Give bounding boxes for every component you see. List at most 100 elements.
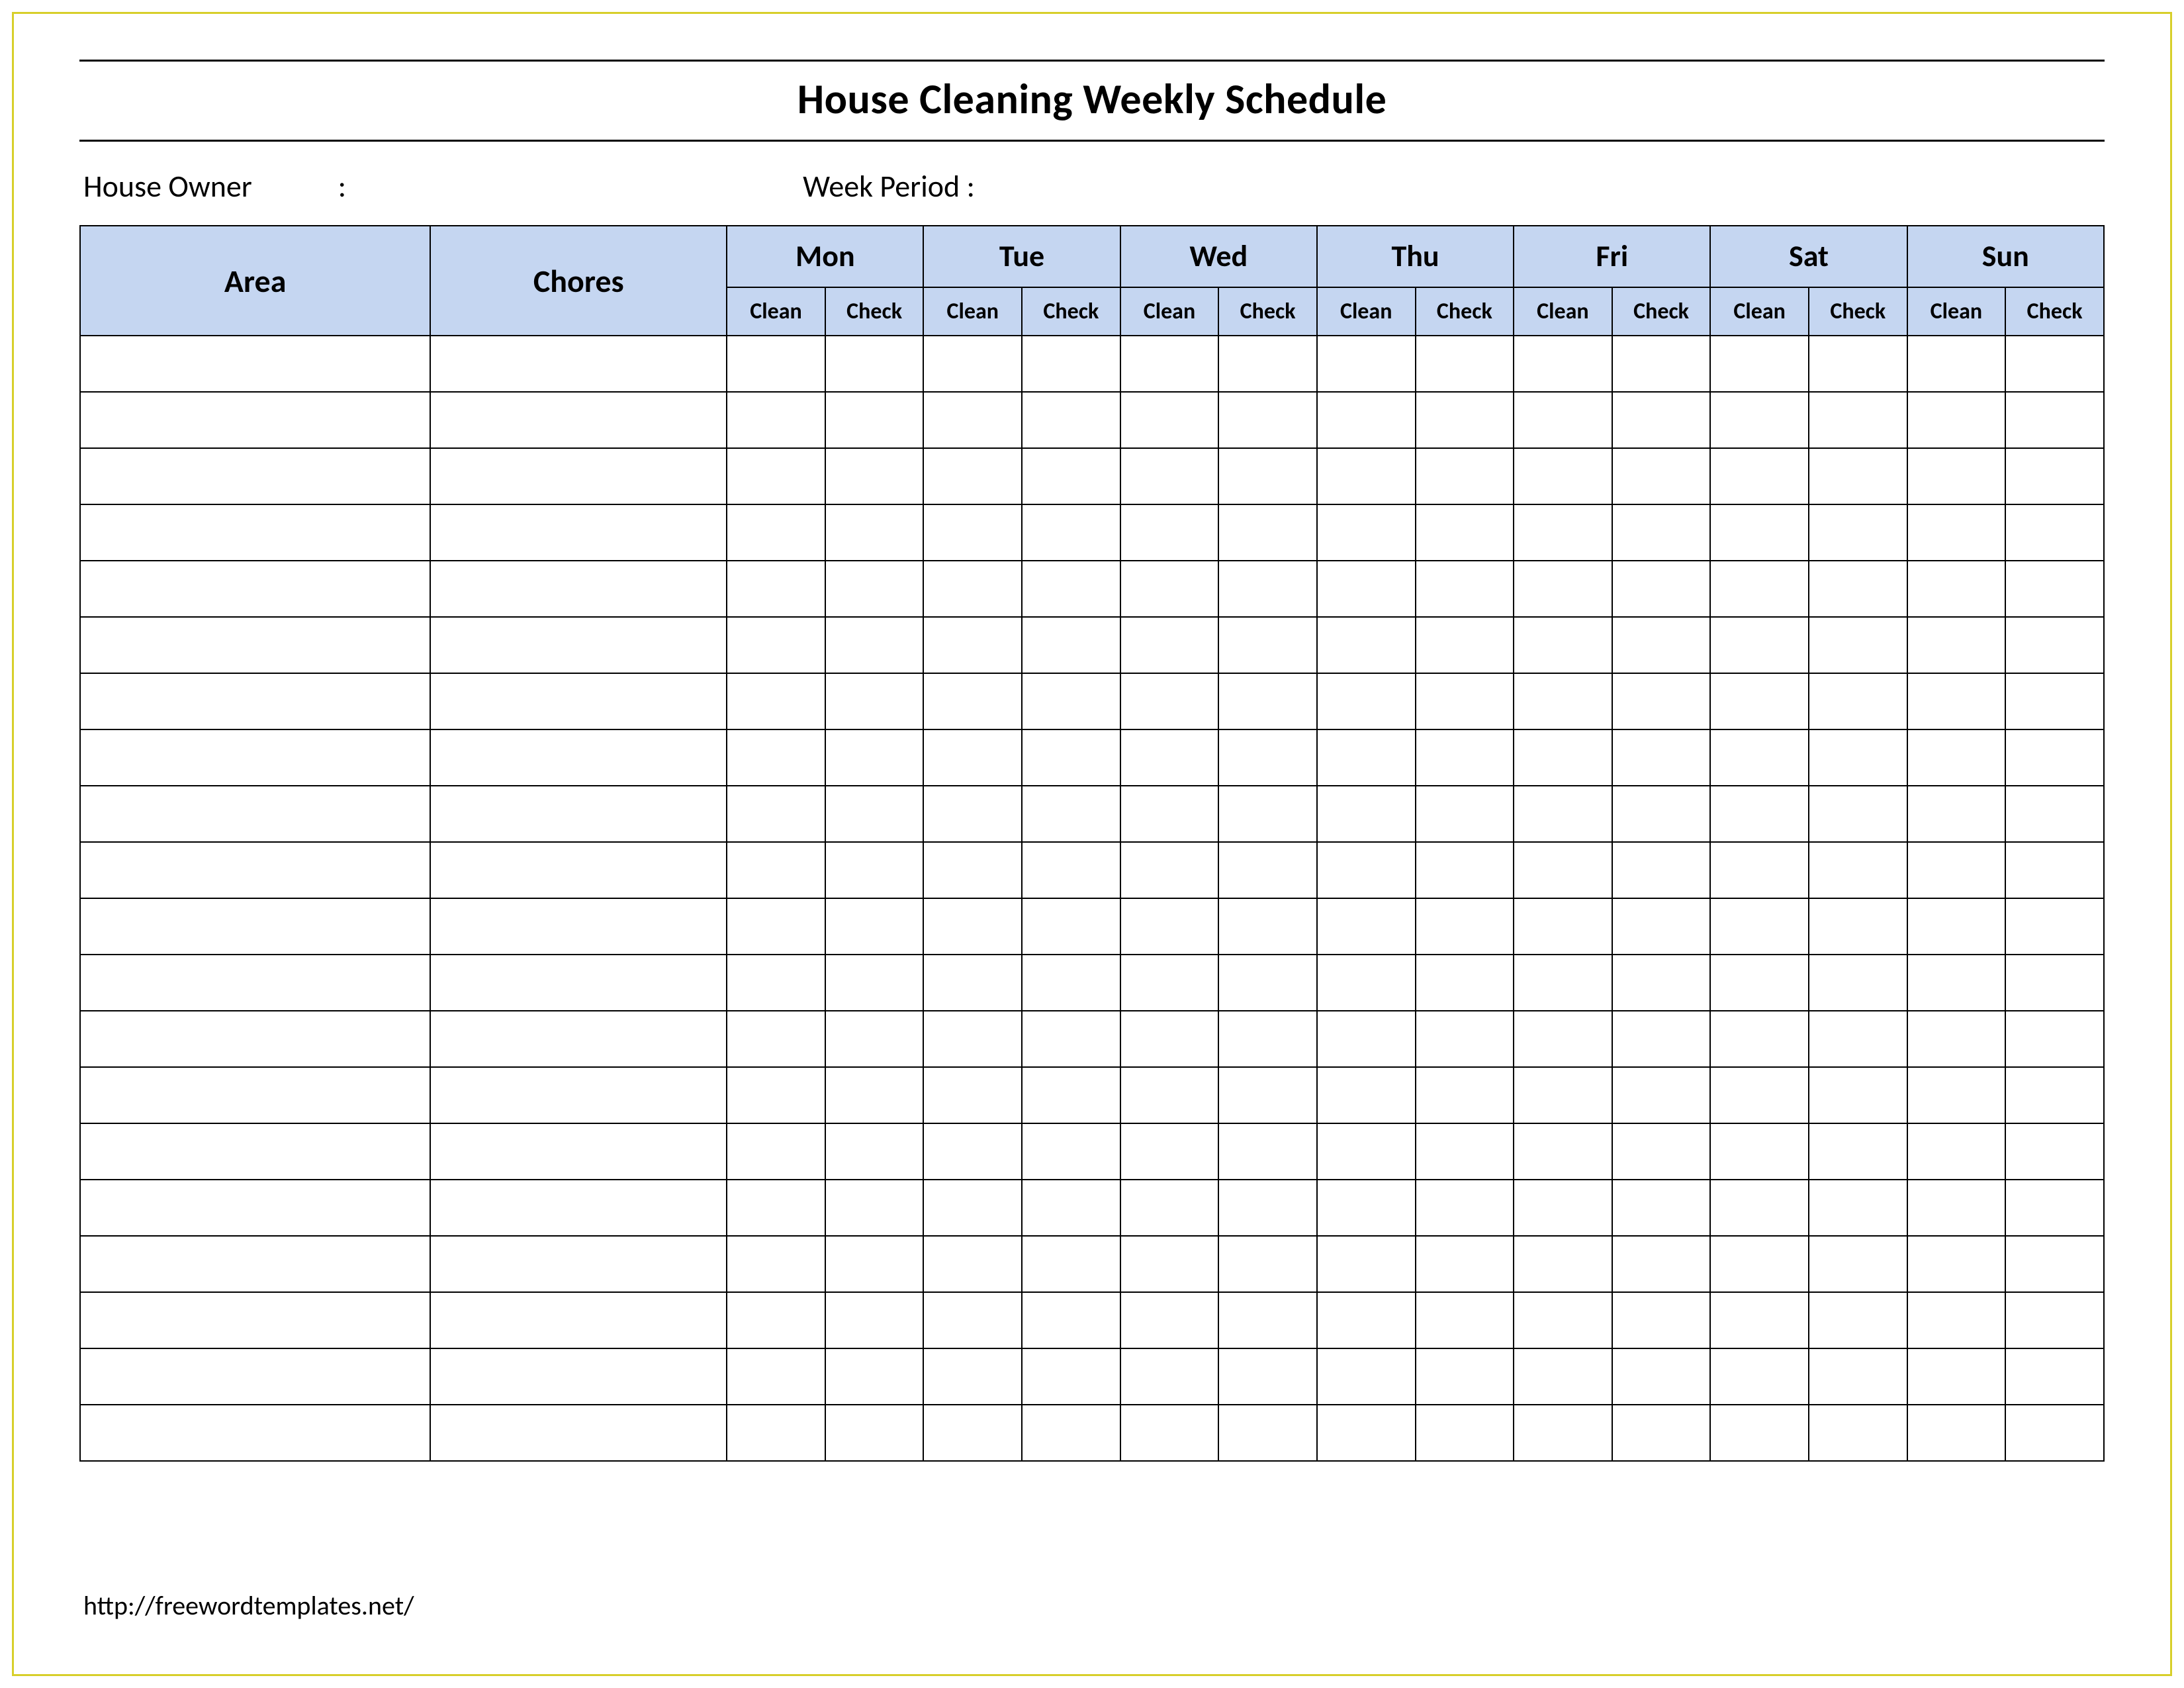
- cell-day[interactable]: [1317, 786, 1416, 842]
- cell-day[interactable]: [1120, 504, 1219, 561]
- cell-day[interactable]: [1907, 729, 2006, 786]
- cell-day[interactable]: [1317, 842, 1416, 898]
- cell-chores[interactable]: [430, 1123, 727, 1180]
- cell-day[interactable]: [825, 1180, 924, 1236]
- cell-day[interactable]: [1907, 898, 2006, 955]
- cell-day[interactable]: [1612, 1405, 1711, 1461]
- cell-day[interactable]: [1317, 392, 1416, 448]
- cell-day[interactable]: [727, 786, 825, 842]
- cell-day[interactable]: [1514, 336, 1612, 392]
- cell-day[interactable]: [727, 1011, 825, 1067]
- cell-day[interactable]: [1809, 392, 1907, 448]
- cell-day[interactable]: [2005, 504, 2104, 561]
- cell-area[interactable]: [80, 448, 430, 504]
- cell-day[interactable]: [1416, 448, 1514, 504]
- cell-day[interactable]: [923, 448, 1022, 504]
- cell-day[interactable]: [923, 729, 1022, 786]
- cell-day[interactable]: [727, 1405, 825, 1461]
- cell-day[interactable]: [1809, 1123, 1907, 1180]
- cell-day[interactable]: [727, 336, 825, 392]
- cell-day[interactable]: [1710, 617, 1809, 673]
- cell-day[interactable]: [1514, 898, 1612, 955]
- cell-day[interactable]: [923, 504, 1022, 561]
- cell-chores[interactable]: [430, 561, 727, 617]
- cell-day[interactable]: [1416, 1405, 1514, 1461]
- cell-day[interactable]: [1514, 1348, 1612, 1405]
- cell-day[interactable]: [1907, 1123, 2006, 1180]
- cell-day[interactable]: [1120, 1348, 1219, 1405]
- cell-day[interactable]: [1514, 673, 1612, 729]
- cell-day[interactable]: [1317, 1011, 1416, 1067]
- cell-day[interactable]: [1809, 729, 1907, 786]
- cell-area[interactable]: [80, 898, 430, 955]
- cell-day[interactable]: [1710, 1067, 1809, 1123]
- cell-day[interactable]: [1612, 1348, 1711, 1405]
- cell-day[interactable]: [1514, 1123, 1612, 1180]
- cell-day[interactable]: [825, 617, 924, 673]
- cell-day[interactable]: [1710, 448, 1809, 504]
- cell-day[interactable]: [1514, 1405, 1612, 1461]
- cell-day[interactable]: [1907, 955, 2006, 1011]
- cell-day[interactable]: [1416, 1180, 1514, 1236]
- cell-day[interactable]: [1416, 955, 1514, 1011]
- cell-day[interactable]: [825, 1236, 924, 1292]
- cell-day[interactable]: [1218, 1405, 1317, 1461]
- cell-day[interactable]: [1022, 898, 1120, 955]
- cell-day[interactable]: [1710, 673, 1809, 729]
- cell-day[interactable]: [1907, 1011, 2006, 1067]
- cell-day[interactable]: [923, 1236, 1022, 1292]
- cell-day[interactable]: [1612, 786, 1711, 842]
- cell-day[interactable]: [1022, 1067, 1120, 1123]
- cell-day[interactable]: [825, 1405, 924, 1461]
- cell-day[interactable]: [1809, 1292, 1907, 1348]
- cell-day[interactable]: [1612, 1011, 1711, 1067]
- cell-day[interactable]: [1907, 617, 2006, 673]
- cell-day[interactable]: [727, 1123, 825, 1180]
- cell-day[interactable]: [825, 1348, 924, 1405]
- cell-area[interactable]: [80, 842, 430, 898]
- cell-day[interactable]: [1710, 955, 1809, 1011]
- cell-day[interactable]: [923, 1011, 1022, 1067]
- cell-chores[interactable]: [430, 955, 727, 1011]
- cell-day[interactable]: [2005, 1011, 2104, 1067]
- cell-day[interactable]: [727, 729, 825, 786]
- cell-day[interactable]: [1809, 1067, 1907, 1123]
- cell-day[interactable]: [1907, 786, 2006, 842]
- cell-day[interactable]: [825, 1011, 924, 1067]
- cell-area[interactable]: [80, 1348, 430, 1405]
- cell-day[interactable]: [1612, 617, 1711, 673]
- cell-day[interactable]: [1514, 1067, 1612, 1123]
- cell-day[interactable]: [2005, 786, 2104, 842]
- cell-day[interactable]: [1809, 1236, 1907, 1292]
- cell-day[interactable]: [2005, 1405, 2104, 1461]
- cell-day[interactable]: [1416, 1067, 1514, 1123]
- cell-day[interactable]: [1120, 1011, 1219, 1067]
- cell-day[interactable]: [2005, 1180, 2104, 1236]
- cell-day[interactable]: [1120, 1292, 1219, 1348]
- cell-day[interactable]: [1022, 729, 1120, 786]
- cell-day[interactable]: [2005, 1292, 2104, 1348]
- cell-day[interactable]: [2005, 673, 2104, 729]
- cell-chores[interactable]: [430, 448, 727, 504]
- cell-day[interactable]: [825, 336, 924, 392]
- cell-day[interactable]: [1218, 1292, 1317, 1348]
- cell-day[interactable]: [1416, 1348, 1514, 1405]
- cell-day[interactable]: [1120, 898, 1219, 955]
- cell-day[interactable]: [1317, 336, 1416, 392]
- cell-day[interactable]: [923, 336, 1022, 392]
- cell-day[interactable]: [1022, 842, 1120, 898]
- cell-day[interactable]: [1809, 673, 1907, 729]
- cell-day[interactable]: [1218, 1236, 1317, 1292]
- cell-day[interactable]: [1612, 1236, 1711, 1292]
- cell-day[interactable]: [1218, 1348, 1317, 1405]
- cell-day[interactable]: [727, 1067, 825, 1123]
- cell-day[interactable]: [1514, 842, 1612, 898]
- cell-day[interactable]: [1514, 1180, 1612, 1236]
- cell-day[interactable]: [1317, 504, 1416, 561]
- cell-chores[interactable]: [430, 336, 727, 392]
- cell-day[interactable]: [1022, 1011, 1120, 1067]
- cell-day[interactable]: [1809, 336, 1907, 392]
- cell-day[interactable]: [825, 898, 924, 955]
- cell-day[interactable]: [1907, 1236, 2006, 1292]
- cell-day[interactable]: [1022, 673, 1120, 729]
